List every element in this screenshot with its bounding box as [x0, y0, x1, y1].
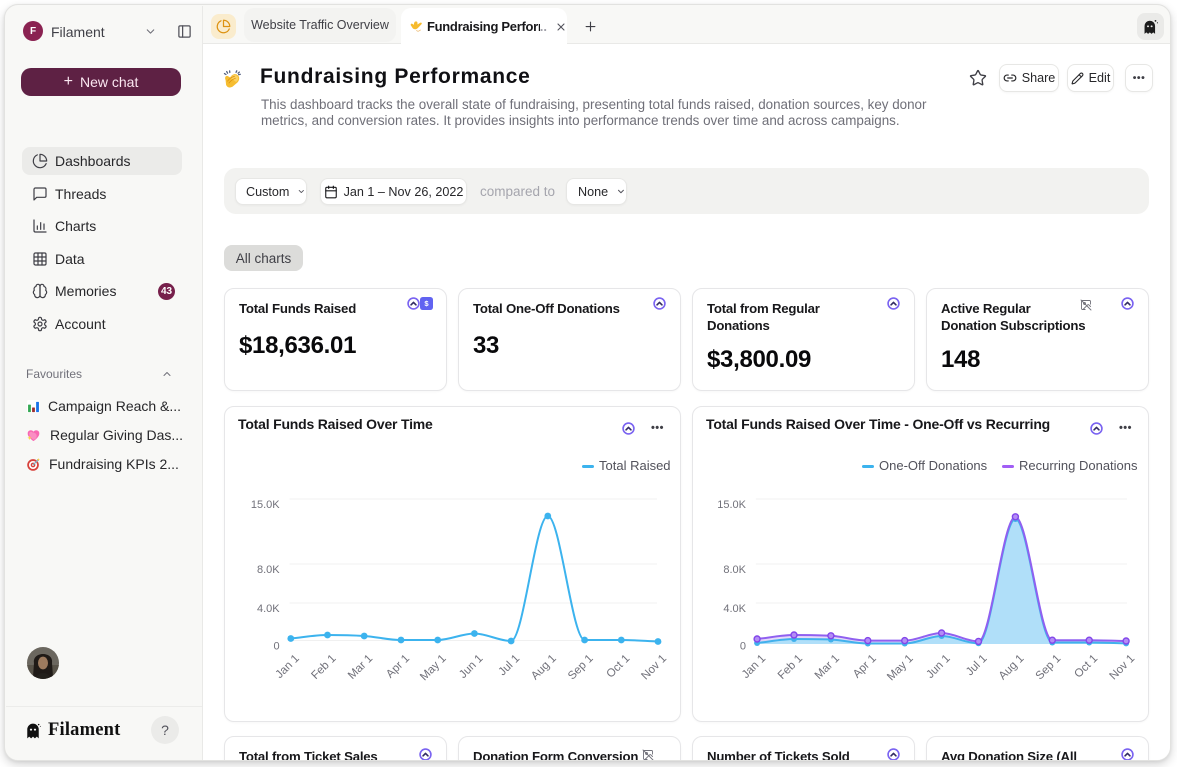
- svg-text:Oct 1: Oct 1: [1072, 653, 1100, 681]
- svg-text:Feb 1: Feb 1: [309, 653, 338, 682]
- svg-text:0: 0: [273, 641, 279, 653]
- svg-text:4.0K: 4.0K: [723, 603, 746, 615]
- svg-text:Aug 1: Aug 1: [529, 653, 559, 683]
- svg-text:Jul 1: Jul 1: [497, 653, 523, 679]
- svg-text:Apr 1: Apr 1: [851, 653, 879, 681]
- svg-text:Jun 1: Jun 1: [457, 653, 485, 681]
- svg-text:4.0K: 4.0K: [257, 603, 280, 615]
- svg-text:Jul 1: Jul 1: [964, 653, 990, 679]
- svg-text:Nov 1: Nov 1: [1107, 653, 1137, 683]
- svg-text:0: 0: [740, 641, 746, 653]
- svg-text:Sep 1: Sep 1: [1034, 653, 1064, 683]
- svg-text:Oct 1: Oct 1: [605, 653, 633, 681]
- svg-text:Feb 1: Feb 1: [776, 653, 805, 682]
- svg-text:Mar 1: Mar 1: [813, 653, 842, 682]
- svg-text:May 1: May 1: [418, 653, 449, 684]
- svg-text:Jan 1: Jan 1: [740, 653, 768, 681]
- svg-text:8.0K: 8.0K: [723, 564, 746, 576]
- svg-text:15.0K: 15.0K: [251, 499, 280, 511]
- svg-text:Nov 1: Nov 1: [639, 653, 669, 683]
- svg-text:Jun 1: Jun 1: [924, 653, 952, 681]
- svg-text:Sep 1: Sep 1: [566, 653, 596, 683]
- svg-text:15.0K: 15.0K: [717, 499, 746, 511]
- svg-text:Mar 1: Mar 1: [346, 653, 375, 682]
- svg-text:Apr 1: Apr 1: [384, 653, 412, 681]
- svg-text:May 1: May 1: [885, 653, 916, 684]
- svg-text:8.0K: 8.0K: [257, 564, 280, 576]
- svg-text:Aug 1: Aug 1: [997, 653, 1027, 683]
- svg-text:Jan 1: Jan 1: [274, 653, 302, 681]
